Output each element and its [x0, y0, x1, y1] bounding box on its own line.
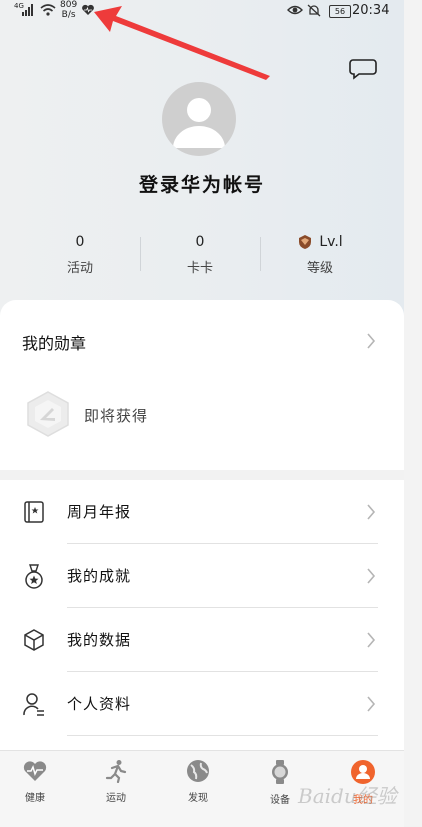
eye-comfort-icon — [287, 5, 303, 15]
wifi-icon — [40, 4, 56, 16]
message-icon[interactable] — [349, 57, 377, 81]
person-icon — [23, 693, 44, 716]
tab-label: 发现 — [188, 793, 208, 804]
baidu-watermark: Baidu经验 — [298, 784, 397, 808]
stats-row: 0 活动 0 卡卡 Lv.l 等级 — [20, 233, 384, 277]
menu-divider — [67, 735, 378, 736]
my-badges-title[interactable]: 我的勋章 — [22, 330, 86, 354]
card-label: 卡卡 — [186, 261, 213, 276]
menu-item-label: 个人资料 — [67, 695, 132, 713]
menu-item-weekly-monthly-report[interactable]: 周月年报 — [0, 480, 404, 544]
network-speed-unit: B/s — [61, 10, 76, 20]
menu-item-label: 我的成就 — [67, 567, 132, 585]
menu-item-my-data[interactable]: 我的数据 — [0, 608, 404, 672]
battery-indicator: 56 — [329, 5, 351, 18]
coming-soon-label: 即将获得 — [84, 407, 149, 425]
tab-label: 运动 — [106, 793, 126, 804]
report-book-icon — [24, 501, 44, 523]
stat-activity[interactable]: 0 活动 — [20, 233, 140, 276]
level-shield-icon — [299, 235, 312, 249]
default-avatar-icon — [173, 98, 225, 148]
chevron-right-icon — [367, 632, 376, 648]
tab-discover[interactable]: 发现 — [163, 759, 233, 804]
stat-level[interactable]: Lv.l 等级 — [260, 233, 380, 276]
globe-icon — [187, 760, 209, 782]
tab-exercise[interactable]: 运动 — [81, 759, 151, 804]
menu-item-my-achievements[interactable]: 我的成就 — [0, 544, 404, 608]
heart-pulse-icon — [23, 761, 47, 781]
medal-icon — [25, 564, 43, 589]
chevron-right-icon — [367, 696, 376, 712]
avatar[interactable] — [162, 82, 236, 156]
card-count: 0 — [195, 234, 205, 250]
stat-card[interactable]: 0 卡卡 — [140, 233, 260, 276]
chevron-right-icon — [367, 568, 376, 584]
tab-label: 健康 — [25, 793, 45, 804]
activity-label: 活动 — [66, 261, 93, 276]
clock: 20:34 — [352, 3, 390, 18]
red-arrow-annotation — [94, 6, 270, 80]
login-huawei-account[interactable]: 登录华为帐号 — [0, 170, 404, 197]
chevron-right-icon[interactable] — [366, 333, 376, 349]
chevron-right-icon — [367, 504, 376, 520]
level-value-row: Lv.l — [260, 233, 380, 251]
network-speed-value: 809 — [60, 0, 78, 10]
menu-item-label: 我的数据 — [67, 631, 132, 649]
network-speed: 809 B/s — [60, 0, 77, 20]
menu-item-label: 周月年报 — [67, 503, 132, 521]
badges-card: 我的勋章 即将获得 — [0, 300, 404, 470]
cube-icon — [24, 629, 44, 651]
level-value: Lv.l — [319, 234, 343, 250]
level-label: 等级 — [306, 261, 333, 276]
activity-count: 0 — [75, 234, 85, 250]
signal-bars-icon — [22, 4, 33, 16]
menu-item-personal-info[interactable]: 个人资料 — [0, 672, 404, 736]
watch-icon — [272, 760, 288, 784]
locked-badge-icon — [27, 391, 69, 437]
menu-card: 周月年报 我的成就 我的数据 个人资料 — [0, 480, 404, 750]
mute-bell-icon — [307, 4, 321, 17]
runner-icon — [105, 760, 127, 784]
right-gutter — [404, 0, 422, 826]
tab-health[interactable]: 健康 — [0, 759, 70, 804]
